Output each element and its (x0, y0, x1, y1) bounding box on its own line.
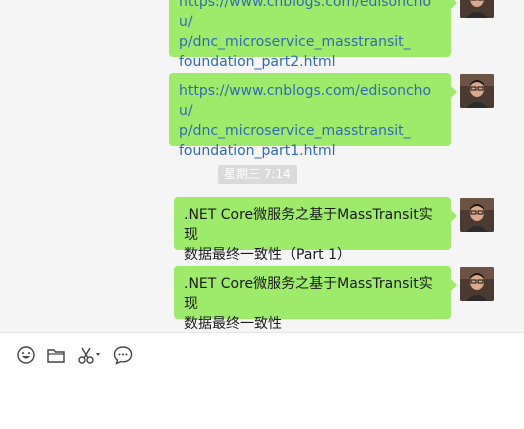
link-line[interactable]: https://www.cnblogs.com/edisonchou/ (179, 0, 441, 32)
message-line: 数据最终一致性（Part 1） (184, 247, 351, 263)
message-bubble-text[interactable]: .NET Core微服务之基于MassTransit实现 数据最终一致性 (174, 266, 457, 332)
chat-history-icon[interactable] (112, 344, 134, 366)
link-line[interactable]: foundation_part1.html (179, 141, 441, 161)
avatar-image (460, 0, 494, 18)
avatar[interactable] (460, 267, 494, 301)
timestamp-label: 星期三 7:14 (218, 165, 297, 184)
avatar-image (460, 198, 494, 232)
chat-message-area[interactable]: https://www.cnblogs.com/edisonchou/ p/dn… (0, 0, 524, 333)
link-line[interactable]: p/dnc_microservice_masstransit_ (179, 121, 441, 141)
link-line[interactable]: https://www.cnblogs.com/edisonchou/ (179, 81, 441, 121)
message-line: 数据最终一致性 (184, 316, 282, 332)
message-bubble-text[interactable]: .NET Core微服务之基于MassTransit实现 数据最终一致性（Par… (174, 197, 457, 263)
scissors-icon[interactable] (76, 344, 102, 366)
avatar[interactable] (460, 0, 494, 18)
link-line[interactable]: p/dnc_microservice_masstransit_ (179, 32, 441, 52)
message-bubble-link[interactable]: https://www.cnblogs.com/edisonchou/ p/dn… (169, 73, 457, 159)
message-line: .NET Core微服务之基于MassTransit实现 (184, 276, 433, 312)
message-input[interactable] (0, 378, 524, 429)
message-bubble-link[interactable]: https://www.cnblogs.com/edisonchou/ p/dn… (169, 0, 457, 70)
link-line[interactable]: foundation_part2.html (179, 52, 441, 72)
avatar[interactable] (460, 74, 494, 108)
emoji-icon[interactable] (15, 344, 37, 366)
avatar-image (460, 74, 494, 108)
message-line: .NET Core微服务之基于MassTransit实现 (184, 207, 433, 243)
avatar[interactable] (460, 198, 494, 232)
avatar-image (460, 267, 494, 301)
folder-icon[interactable] (45, 344, 67, 366)
